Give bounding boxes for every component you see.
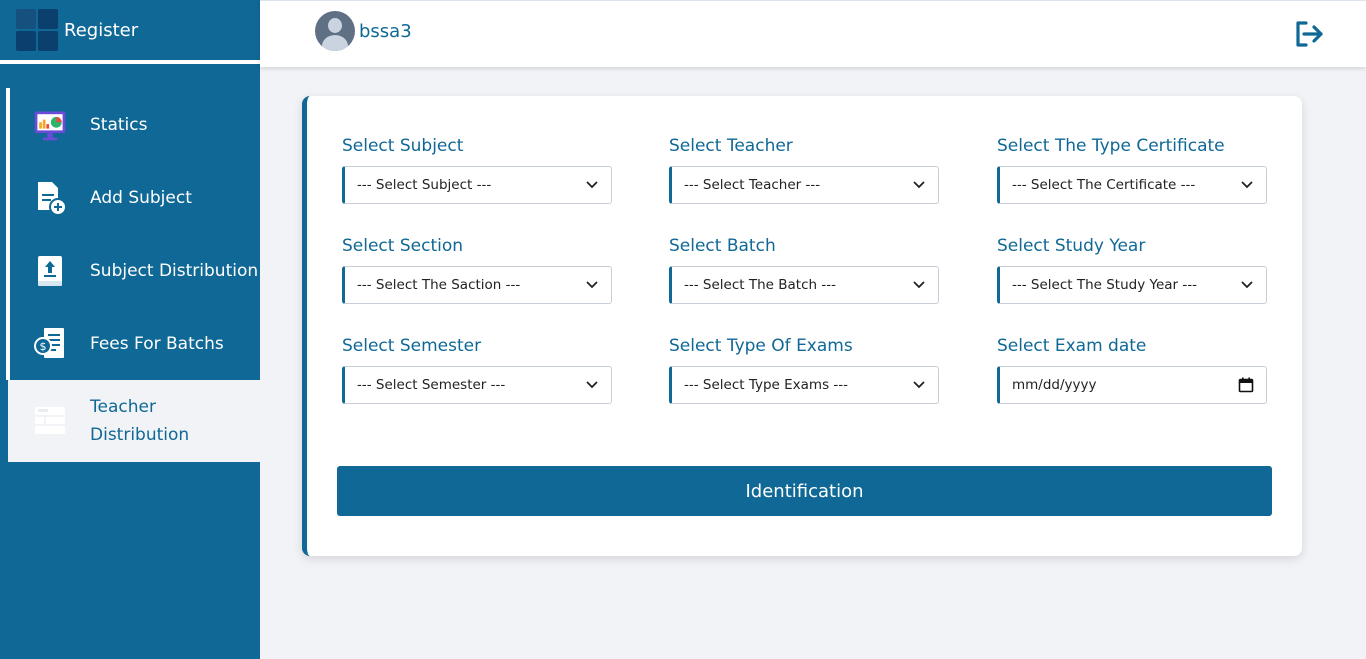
- sidebar-item-label: Statics: [90, 114, 148, 135]
- svg-text:$: $: [40, 340, 47, 353]
- chevron-down-icon: [1241, 281, 1253, 289]
- batch-select[interactable]: --- Select The Batch ---: [669, 266, 939, 304]
- select-value: --- Select The Study Year ---: [1012, 277, 1197, 293]
- field-teacher: Select Teacher --- Select Teacher ---: [669, 131, 939, 204]
- sidebar-item-statics[interactable]: Statics: [6, 88, 260, 161]
- select-value: --- Select The Saction ---: [357, 277, 521, 293]
- form-card: Select Subject --- Select Subject --- Se…: [302, 96, 1302, 556]
- select-value: --- Select The Certificate ---: [1012, 177, 1196, 193]
- chevron-down-icon: [913, 181, 925, 189]
- sidebar-item-label: Subject Distribution: [90, 260, 259, 281]
- select-value: --- Select Subject ---: [357, 177, 492, 193]
- chevron-down-icon: [586, 181, 598, 189]
- sidebar-nav: Statics Add Subject Subject Distribution…: [0, 88, 260, 462]
- field-label: Select Subject: [342, 136, 464, 156]
- sidebar-item-add-subject[interactable]: Add Subject: [6, 161, 260, 234]
- sidebar-item-subject-distribution[interactable]: Subject Distribution: [6, 234, 260, 307]
- logout-icon[interactable]: [1294, 20, 1326, 48]
- field-study-year: Select Study Year --- Select The Study Y…: [997, 231, 1267, 304]
- certificate-select[interactable]: --- Select The Certificate ---: [997, 166, 1267, 204]
- exam-date-input[interactable]: mm/dd/yyyy: [997, 366, 1267, 404]
- select-value: --- Select Teacher ---: [684, 177, 821, 193]
- field-exam-type: Select Type Of Exams --- Select Type Exa…: [669, 331, 939, 404]
- field-label: Select Teacher: [669, 136, 793, 156]
- field-batch: Select Batch --- Select The Batch ---: [669, 231, 939, 304]
- exam-type-select[interactable]: --- Select Type Exams ---: [669, 366, 939, 404]
- chart-monitor-icon: [32, 107, 68, 143]
- fees-invoice-icon: $: [32, 326, 68, 362]
- field-subject: Select Subject --- Select Subject ---: [342, 131, 612, 204]
- avatar: [315, 11, 355, 51]
- sidebar-item-fees-for-batchs[interactable]: $ Fees For Batchs: [6, 307, 260, 380]
- sidebar-item-teacher-distribution[interactable]: Teacher Distribution: [4, 380, 260, 462]
- app-grid-logo-icon: [16, 9, 58, 51]
- username: bssa3: [359, 20, 412, 42]
- field-label: Select Batch: [669, 236, 776, 256]
- chevron-down-icon: [586, 281, 598, 289]
- chevron-down-icon: [1241, 181, 1253, 189]
- chevron-down-icon: [586, 381, 598, 389]
- select-value: --- Select Semester ---: [357, 377, 506, 393]
- sidebar-item-label: Fees For Batchs: [90, 333, 224, 354]
- chevron-down-icon: [913, 381, 925, 389]
- brand[interactable]: Register: [0, 0, 260, 64]
- select-value: --- Select The Batch ---: [684, 277, 836, 293]
- select-value: --- Select Type Exams ---: [684, 377, 849, 393]
- field-label: Select Exam date: [997, 336, 1147, 356]
- field-exam-date: Select Exam date mm/dd/yyyy: [997, 331, 1267, 404]
- brand-title: Register: [64, 19, 139, 41]
- field-certificate: Select The Type Certificate --- Select T…: [997, 131, 1267, 204]
- sidebar-item-label: Add Subject: [90, 187, 192, 208]
- identification-button[interactable]: Identification: [337, 466, 1272, 516]
- study-year-select[interactable]: --- Select The Study Year ---: [997, 266, 1267, 304]
- subject-select[interactable]: --- Select Subject ---: [342, 166, 612, 204]
- calendar-icon[interactable]: [1238, 377, 1254, 393]
- semester-select[interactable]: --- Select Semester ---: [342, 366, 612, 404]
- field-label: Select Type Of Exams: [669, 336, 853, 356]
- field-label: Select Study Year: [997, 236, 1146, 256]
- add-document-icon: [32, 180, 68, 216]
- upload-book-icon: [32, 253, 68, 289]
- chevron-down-icon: [913, 281, 925, 289]
- field-label: Select Semester: [342, 336, 482, 356]
- teacher-select[interactable]: --- Select Teacher ---: [669, 166, 939, 204]
- field-label: Select The Type Certificate: [997, 136, 1225, 156]
- date-placeholder: mm/dd/yyyy: [1012, 377, 1097, 393]
- distribution-grid-icon: [32, 403, 68, 439]
- field-semester: Select Semester --- Select Semester ---: [342, 331, 612, 404]
- sidebar: Register Statics Add Subject Subject Dis…: [0, 0, 260, 659]
- field-label: Select Section: [342, 236, 464, 256]
- top-bar: bssa3: [260, 0, 1366, 67]
- field-section: Select Section --- Select The Saction --…: [342, 231, 612, 304]
- section-select[interactable]: --- Select The Saction ---: [342, 266, 612, 304]
- sidebar-item-label: Teacher Distribution: [90, 397, 190, 445]
- user-profile[interactable]: bssa3: [315, 11, 412, 51]
